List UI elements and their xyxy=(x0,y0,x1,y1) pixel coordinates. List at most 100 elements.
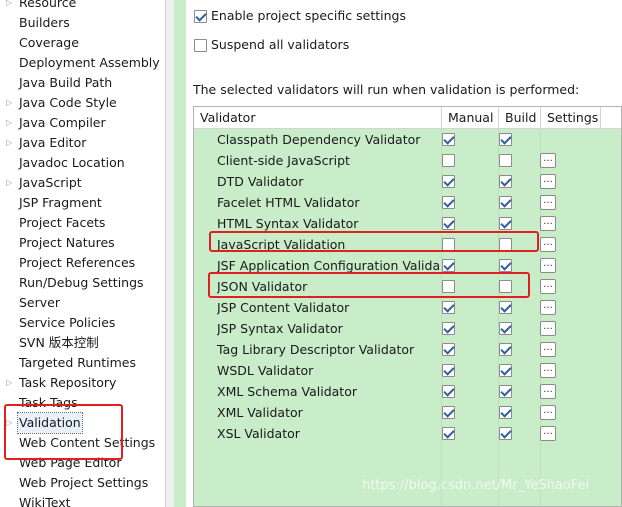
expand-arrow-icon[interactable]: ▷ xyxy=(6,93,14,113)
build-checkbox[interactable] xyxy=(499,154,512,167)
validator-settings-button[interactable]: ... xyxy=(540,363,556,378)
table-row[interactable]: Tag Library Descriptor Validator... xyxy=(194,339,621,360)
validator-settings-button[interactable]: ... xyxy=(540,258,556,273)
table-row[interactable]: Client-side JavaScript... xyxy=(194,150,621,171)
column-header-validator[interactable]: Validator xyxy=(194,107,442,129)
build-checkbox[interactable] xyxy=(499,322,512,335)
table-row[interactable]: JavaScript Validation... xyxy=(194,234,621,255)
expand-arrow-icon[interactable]: ▷ xyxy=(6,0,14,13)
validator-settings-button[interactable]: ... xyxy=(540,153,556,168)
tree-item[interactable]: ▷ Validation xyxy=(0,412,165,434)
build-checkbox[interactable] xyxy=(499,259,512,272)
manual-checkbox[interactable] xyxy=(442,196,455,209)
tree-item[interactable]: Builders xyxy=(0,13,165,33)
tree-item[interactable]: Service Policies xyxy=(0,313,165,333)
expand-arrow-icon[interactable]: ▷ xyxy=(6,133,14,153)
validator-settings-button[interactable]: ... xyxy=(540,174,556,189)
tree-item[interactable]: Project Facets xyxy=(0,213,165,233)
validator-settings-button[interactable]: ... xyxy=(540,342,556,357)
manual-checkbox[interactable] xyxy=(442,343,455,356)
tree-item[interactable]: Server xyxy=(0,293,165,313)
build-checkbox[interactable] xyxy=(499,406,512,419)
manual-checkbox[interactable] xyxy=(442,322,455,335)
tree-item[interactable]: JSP Fragment xyxy=(0,193,165,213)
build-checkbox[interactable] xyxy=(499,301,512,314)
build-checkbox[interactable] xyxy=(499,238,512,251)
manual-checkbox[interactable] xyxy=(442,364,455,377)
tree-item[interactable]: Javadoc Location xyxy=(0,153,165,173)
splitter[interactable] xyxy=(174,0,186,507)
manual-checkbox[interactable] xyxy=(442,175,455,188)
tree-item[interactable]: Web Project Settings xyxy=(0,473,165,493)
tree-item[interactable]: Web Page Editor xyxy=(0,453,165,473)
tree-item[interactable]: ▷ Java Compiler xyxy=(0,113,165,133)
build-checkbox[interactable] xyxy=(499,217,512,230)
expand-arrow-icon[interactable]: ▷ xyxy=(6,413,14,433)
manual-checkbox[interactable] xyxy=(442,301,455,314)
manual-checkbox[interactable] xyxy=(442,406,455,419)
manual-checkbox[interactable] xyxy=(442,238,455,251)
build-checkbox[interactable] xyxy=(499,343,512,356)
tree-item[interactable]: Project References xyxy=(0,253,165,273)
manual-checkbox[interactable] xyxy=(442,427,455,440)
tree-item[interactable]: ▷ Java Editor xyxy=(0,133,165,153)
tree-scrollbar[interactable] xyxy=(165,0,174,507)
manual-checkbox[interactable] xyxy=(442,385,455,398)
expand-arrow-icon[interactable]: ▷ xyxy=(6,373,14,393)
table-row[interactable]: DTD Validator... xyxy=(194,171,621,192)
tree-item[interactable]: ▷ JavaScript xyxy=(0,173,165,193)
manual-checkbox[interactable] xyxy=(442,133,455,146)
table-row[interactable]: JSP Syntax Validator... xyxy=(194,318,621,339)
table-row[interactable]: Classpath Dependency Validator xyxy=(194,129,621,150)
table-row[interactable]: JSON Validator... xyxy=(194,276,621,297)
column-header-build[interactable]: Build xyxy=(499,107,541,129)
validator-settings-button[interactable]: ... xyxy=(540,195,556,210)
tree-item[interactable]: ▷ Resource xyxy=(0,0,165,13)
validator-settings-button[interactable]: ... xyxy=(540,237,556,252)
tree-item[interactable]: Deployment Assembly xyxy=(0,53,165,73)
manual-checkbox[interactable] xyxy=(442,259,455,272)
tree-item[interactable]: SVN 版本控制 xyxy=(0,333,165,353)
validator-settings-button[interactable]: ... xyxy=(540,300,556,315)
build-checkbox[interactable] xyxy=(499,175,512,188)
tree-item[interactable]: Java Build Path xyxy=(0,73,165,93)
build-checkbox[interactable] xyxy=(499,196,512,209)
suspend-validators-checkbox[interactable] xyxy=(194,39,207,52)
column-header-settings[interactable]: Settings xyxy=(541,107,601,129)
expand-arrow-icon[interactable]: ▷ xyxy=(6,113,14,133)
tree-item[interactable]: Coverage xyxy=(0,33,165,53)
enable-project-settings-checkbox[interactable] xyxy=(194,10,207,23)
table-row[interactable]: HTML Syntax Validator... xyxy=(194,213,621,234)
validator-settings-button[interactable]: ... xyxy=(540,216,556,231)
tree-item[interactable]: Run/Debug Settings xyxy=(0,273,165,293)
build-checkbox[interactable] xyxy=(499,133,512,146)
tree-item[interactable]: ▷ Java Code Style xyxy=(0,93,165,113)
validator-settings-button[interactable]: ... xyxy=(540,405,556,420)
tree-item[interactable]: Project Natures xyxy=(0,233,165,253)
validator-settings-button[interactable]: ... xyxy=(540,426,556,441)
build-checkbox[interactable] xyxy=(499,385,512,398)
tree-item[interactable]: ▷ Task Repository xyxy=(0,373,165,393)
column-header-manual[interactable]: Manual xyxy=(442,107,499,129)
table-row[interactable]: XML Validator... xyxy=(194,402,621,423)
build-checkbox[interactable] xyxy=(499,280,512,293)
table-row[interactable]: JSP Content Validator... xyxy=(194,297,621,318)
tree-item[interactable]: WikiText xyxy=(0,493,165,507)
manual-checkbox[interactable] xyxy=(442,280,455,293)
table-row[interactable]: XSL Validator... xyxy=(194,423,621,444)
table-row[interactable]: JSF Application Configuration Valida....… xyxy=(194,255,621,276)
expand-arrow-icon[interactable]: ▷ xyxy=(6,173,14,193)
table-row[interactable]: WSDL Validator... xyxy=(194,360,621,381)
build-checkbox[interactable] xyxy=(499,364,512,377)
tree-item[interactable]: Web Content Settings xyxy=(0,433,165,453)
table-row[interactable]: XML Schema Validator... xyxy=(194,381,621,402)
manual-checkbox[interactable] xyxy=(442,154,455,167)
manual-checkbox[interactable] xyxy=(442,217,455,230)
validator-settings-button[interactable]: ... xyxy=(540,384,556,399)
tree-item[interactable]: Task Tags xyxy=(0,393,165,413)
build-checkbox[interactable] xyxy=(499,427,512,440)
validator-settings-button[interactable]: ... xyxy=(540,279,556,294)
tree-item[interactable]: Targeted Runtimes xyxy=(0,353,165,373)
table-row[interactable]: Facelet HTML Validator... xyxy=(194,192,621,213)
validator-settings-button[interactable]: ... xyxy=(540,321,556,336)
